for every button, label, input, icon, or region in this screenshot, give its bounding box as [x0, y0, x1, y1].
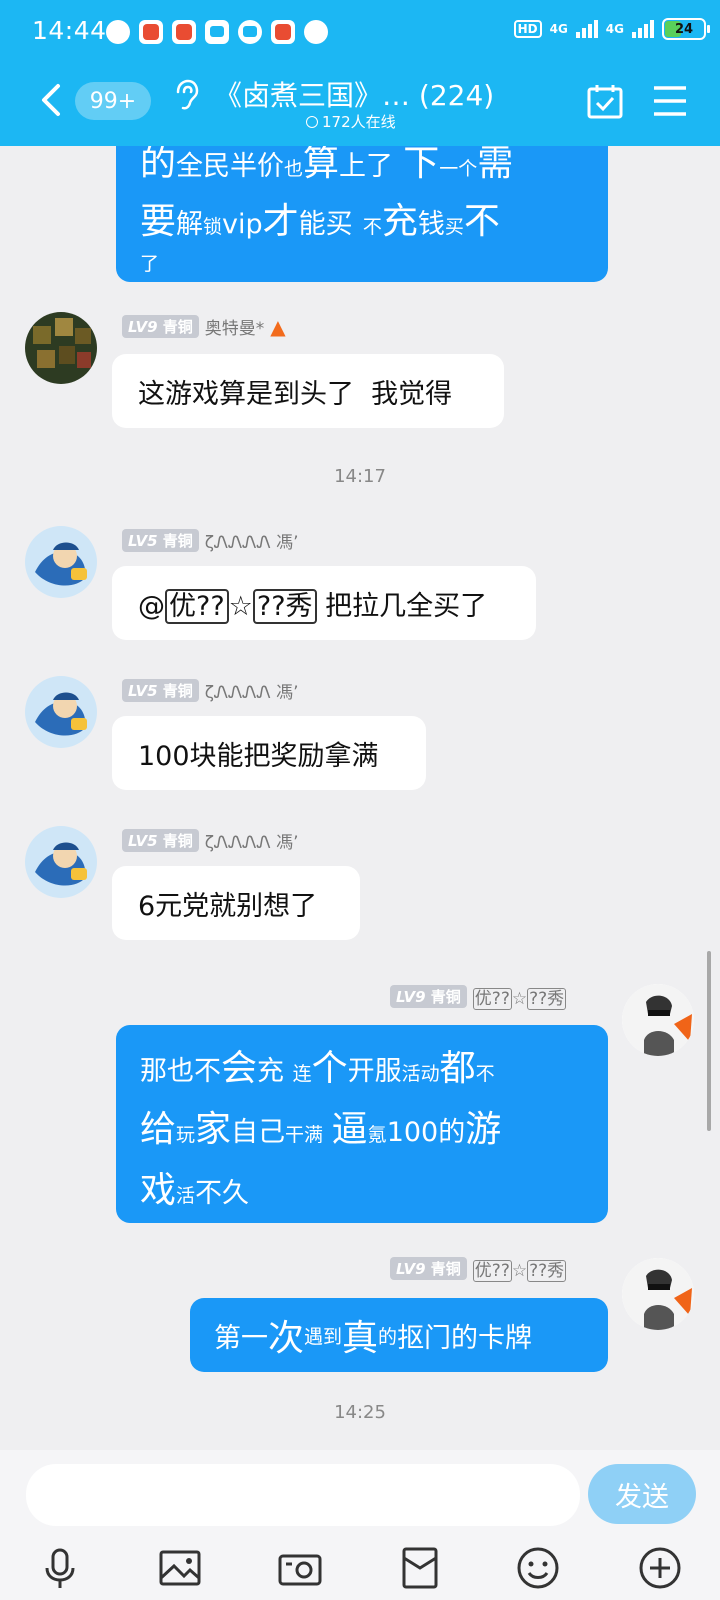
avatar[interactable] [25, 676, 97, 748]
network-label: 4G [549, 22, 568, 36]
message-list[interactable]: 的全民半价也算上了 下一个需 要解锁vip才能买 不充钱买不了 LV9 青铜 奥特… [0, 146, 720, 1450]
mention[interactable]: @ 优?? ☆ ??秀 [138, 584, 317, 624]
image-icon[interactable] [156, 1544, 204, 1592]
app-notification-icon [139, 20, 163, 44]
back-icon[interactable] [36, 82, 66, 118]
sender-name[interactable]: ζᏁᏁᏁᏁ 馮’ [205, 528, 299, 553]
share-avatar-image [622, 1258, 694, 1330]
level-badge: LV5 青铜 [122, 829, 199, 852]
message-bubble[interactable]: @ 优?? ☆ ??秀 把拉几全买了 [112, 566, 536, 640]
unread-badge[interactable]: 99+ [75, 82, 151, 120]
message-bubble[interactable]: 6元党就别想了 [112, 866, 360, 940]
system-indicators: HD 4G 4G 24 [513, 18, 710, 40]
message-text: 100块能把奖励拿满 [138, 740, 379, 772]
menu-icon[interactable] [652, 84, 688, 118]
sender-info: LV5 青铜 ζᏁᏁᏁᏁ 馮’ [122, 678, 299, 703]
sender-info: LV9 青铜 优?? ☆ ??秀 [390, 984, 567, 1010]
app-notification-icon [271, 20, 295, 44]
sender-name[interactable]: 优?? ☆ ??秀 [472, 984, 567, 1010]
input-bar: 发送 [0, 1450, 720, 1600]
signal-icon [632, 20, 654, 38]
message-bubble[interactable]: 这游戏算是到头了 我觉得 [112, 354, 504, 428]
app-notification-icon [106, 20, 130, 44]
ear-icon[interactable] [172, 78, 200, 112]
sender-name[interactable]: 奥特曼* [205, 314, 265, 339]
mic-icon[interactable] [36, 1544, 84, 1592]
level-badge: LV5 青铜 [122, 529, 199, 552]
cartoon-avatar-image [25, 526, 97, 598]
nav-bar: 99+ 《卤煮三国》… (224) 172人在线 [0, 66, 720, 146]
avatar[interactable] [25, 826, 97, 898]
timestamp: 14:17 [334, 466, 386, 487]
message-text: 把拉几全买了 [316, 590, 488, 622]
scrollbar[interactable] [707, 951, 711, 1131]
battery-icon: 24 [662, 18, 710, 40]
online-count: 172人在线 [306, 111, 396, 132]
sender-info: LV9 青铜 奥特曼* ▲ [122, 314, 286, 339]
level-badge: LV9 青铜 [390, 1257, 467, 1280]
sender-info: LV5 青铜 ζᏁᏁᏁᏁ 馮’ [122, 828, 299, 853]
message-text: 6元党就别想了 [138, 890, 318, 922]
mail-notification-icon [205, 20, 229, 44]
sender-name[interactable]: ζᏁᏁᏁᏁ 馮’ [205, 828, 299, 853]
send-button[interactable]: 发送 [588, 1464, 696, 1524]
notification-icons [106, 20, 328, 44]
message-bubble-outgoing[interactable]: 那也不会充 连个开服活动都不 给玩家自己干满 逼氪100的游 戏活不久 [116, 1025, 608, 1223]
timestamp: 14:25 [334, 1402, 386, 1423]
clock: 14:44 [32, 16, 107, 45]
plus-icon[interactable] [636, 1544, 684, 1592]
fire-icon: ▲ [270, 314, 286, 339]
share-avatar-image [622, 984, 694, 1056]
message-bubble-outgoing[interactable]: 第一次遇到真的抠门的卡牌 [190, 1298, 608, 1372]
app-notification-icon [172, 20, 196, 44]
avatar[interactable] [622, 1258, 694, 1330]
avatar[interactable] [25, 312, 97, 384]
cartoon-avatar-image [25, 826, 97, 898]
compass-notification-icon [304, 20, 328, 44]
message-bubble[interactable]: 100块能把奖励拿满 [112, 716, 426, 790]
signal-icon [575, 20, 598, 38]
online-count-label: 172人在线 [322, 113, 396, 131]
level-badge: LV9 青铜 [122, 315, 199, 338]
sender-info: LV5 青铜 ζᏁᏁᏁᏁ 馮’ [122, 528, 299, 553]
sender-name[interactable]: 优?? ☆ ??秀 [472, 1256, 567, 1282]
avatar[interactable] [622, 984, 694, 1056]
avatar[interactable] [25, 526, 97, 598]
game-avatar-image [33, 318, 91, 368]
message-input[interactable] [26, 1464, 580, 1526]
input-toolbar [0, 1536, 720, 1600]
network-label-2: 4G [605, 22, 624, 36]
message-text: 这游戏算是到头了 我觉得 [138, 378, 453, 410]
emoji-icon[interactable] [514, 1544, 562, 1592]
cartoon-avatar-image [25, 676, 97, 748]
level-badge: LV9 青铜 [390, 985, 467, 1008]
sender-name[interactable]: ζᏁᏁᏁᏁ 馮’ [205, 678, 299, 703]
status-bar: 14:44 HD 4G 4G 24 [0, 0, 720, 66]
sender-info: LV9 青铜 优?? ☆ ??秀 [390, 1256, 567, 1282]
online-icon [306, 115, 318, 128]
level-badge: LV5 青铜 [122, 679, 199, 702]
red-packet-icon[interactable] [396, 1544, 444, 1592]
camera-icon[interactable] [276, 1544, 324, 1592]
calendar-check-icon[interactable] [586, 82, 624, 120]
chat-header: 14:44 HD 4G 4G 24 99+ 《卤煮三国》… (224) 172人… [0, 0, 720, 146]
chat-title[interactable]: 《卤煮三国》… (224) [214, 74, 494, 114]
battery-level: 24 [674, 21, 694, 37]
message-bubble-outgoing[interactable]: 的全民半价也算上了 下一个需 要解锁vip才能买 不充钱买不了 [116, 146, 608, 282]
video-notification-icon [238, 20, 262, 44]
hd-icon: HD [513, 20, 542, 38]
